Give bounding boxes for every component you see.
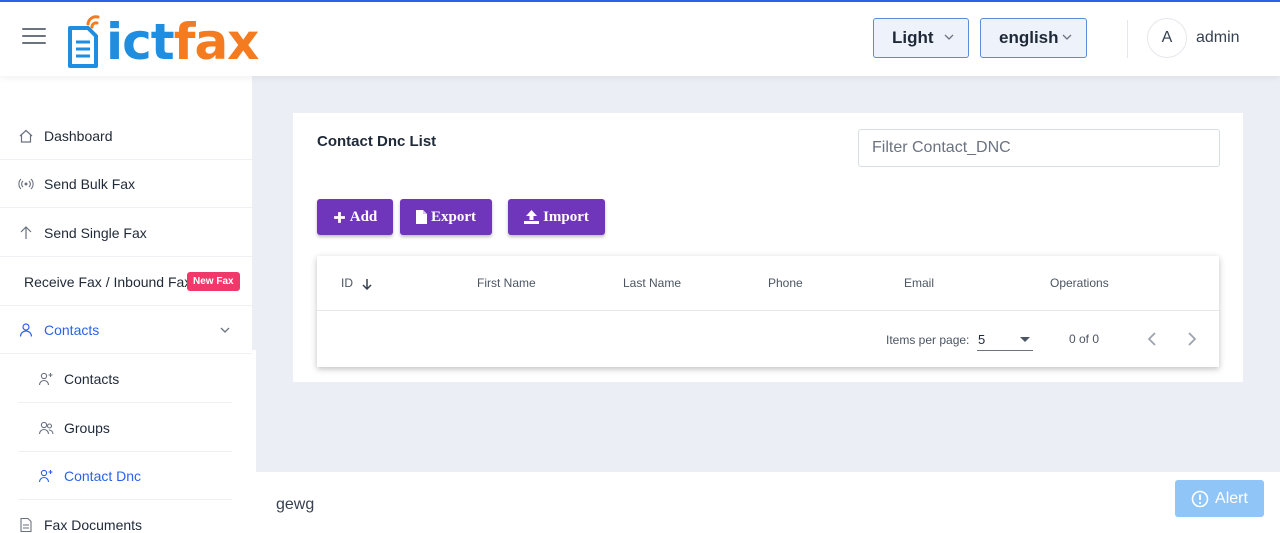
filter-input[interactable] <box>858 129 1220 167</box>
add-button[interactable]: Add <box>317 199 393 235</box>
previous-page-icon[interactable] <box>1140 327 1164 351</box>
avatar[interactable]: A <box>1147 18 1187 58</box>
sidebar-item-label: Groups <box>64 419 110 436</box>
upload-icon <box>524 210 540 224</box>
chevron-down-icon <box>1062 34 1072 40</box>
user-plus-icon <box>38 469 53 483</box>
sidebar-item-contact-dnc[interactable]: Contact Dnc <box>18 452 232 500</box>
sidebar-item-dashboard[interactable]: Dashboard <box>0 112 252 160</box>
theme-select-value: Light <box>892 28 934 47</box>
import-button[interactable]: Import <box>508 199 605 235</box>
sidebar-item-label: Send Single Fax <box>44 224 147 241</box>
column-header-last-name[interactable]: Last Name <box>623 276 681 290</box>
sidebar: Dashboard Send Bulk Fax Send Single Fax … <box>0 76 252 533</box>
footer: gewg Alert <box>256 472 1280 533</box>
plus-icon <box>333 211 345 223</box>
paginator: Items per page: 5 0 of 0 <box>317 311 1219 367</box>
sidebar-item-groups[interactable]: Groups <box>18 404 232 452</box>
sidebar-item-receive-fax[interactable]: Receive Fax / Inbound Fax New Fax <box>0 258 252 306</box>
language-select-value: english <box>999 28 1059 47</box>
new-fax-badge: New Fax <box>187 272 240 291</box>
menu-icon[interactable] <box>22 28 46 48</box>
sidebar-item-fax-documents[interactable]: Fax Documents <box>0 501 252 533</box>
footer-text: gewg <box>276 496 315 513</box>
language-select[interactable]: english <box>980 18 1087 58</box>
sidebar-item-label: Fax Documents <box>44 516 143 533</box>
column-header-id[interactable]: ID <box>341 276 372 290</box>
contact-dnc-card: Contact Dnc List Add Export Import ID Fi… <box>293 113 1243 382</box>
sidebar-item-send-single-fax[interactable]: Send Single Fax <box>0 209 252 257</box>
column-header-first-name[interactable]: First Name <box>477 276 536 290</box>
users-icon <box>38 421 54 435</box>
page-range-label: 0 of 0 <box>1069 332 1100 346</box>
import-button-label: Import <box>543 208 589 225</box>
header-divider <box>1127 20 1128 58</box>
broadcast-icon <box>18 178 34 190</box>
items-per-page-value: 5 <box>978 332 986 347</box>
next-page-icon[interactable] <box>1180 327 1204 351</box>
logo-text: ictfax <box>106 13 259 71</box>
arrow-up-icon <box>20 226 32 239</box>
sidebar-item-send-bulk-fax[interactable]: Send Bulk Fax <box>0 160 252 208</box>
items-per-page-select[interactable]: 5 <box>977 328 1033 351</box>
sidebar-item-contacts[interactable]: Contacts <box>18 355 232 403</box>
column-header-operations: Operations <box>1050 276 1109 290</box>
chevron-down-icon <box>944 34 954 40</box>
home-icon <box>19 129 33 143</box>
alert-button-label: Alert <box>1215 489 1248 507</box>
dropdown-arrow-icon <box>1020 337 1030 342</box>
column-header-phone[interactable]: Phone <box>768 276 803 290</box>
chevron-down-icon <box>220 327 230 333</box>
sidebar-item-label: Contacts <box>64 370 120 387</box>
items-per-page-label: Items per page: <box>886 333 970 347</box>
sidebar-item-label: Contact Dnc <box>64 467 142 484</box>
document-icon <box>20 517 32 533</box>
app-header: ictfax Light english A admin <box>0 2 1280 76</box>
table-header: ID First Name Last Name Phone Email Oper… <box>317 256 1219 311</box>
user-name[interactable]: admin <box>1196 29 1240 47</box>
sidebar-item-contacts-group[interactable]: Contacts <box>0 306 252 354</box>
user-plus-icon <box>38 372 53 386</box>
sidebar-item-label: Send Bulk Fax <box>44 175 136 192</box>
sidebar-item-label: Contacts <box>44 321 100 338</box>
sidebar-item-label: Dashboard <box>44 127 113 144</box>
sort-arrow-down-icon <box>362 278 372 290</box>
theme-select[interactable]: Light <box>873 18 969 58</box>
alert-circle-icon <box>1191 490 1209 507</box>
alert-button[interactable]: Alert <box>1175 480 1264 517</box>
export-button-label: Export <box>431 208 476 225</box>
user-icon <box>19 323 33 337</box>
add-button-label: Add <box>349 208 378 225</box>
column-header-email[interactable]: Email <box>904 276 934 290</box>
sidebar-item-label: Receive Fax / Inbound Fax <box>24 273 192 290</box>
page-title: Contact Dnc List <box>317 133 437 150</box>
file-icon <box>416 210 427 224</box>
fax-logo-icon <box>68 15 100 68</box>
contact-dnc-table: ID First Name Last Name Phone Email Oper… <box>317 256 1219 367</box>
export-button[interactable]: Export <box>400 199 492 235</box>
